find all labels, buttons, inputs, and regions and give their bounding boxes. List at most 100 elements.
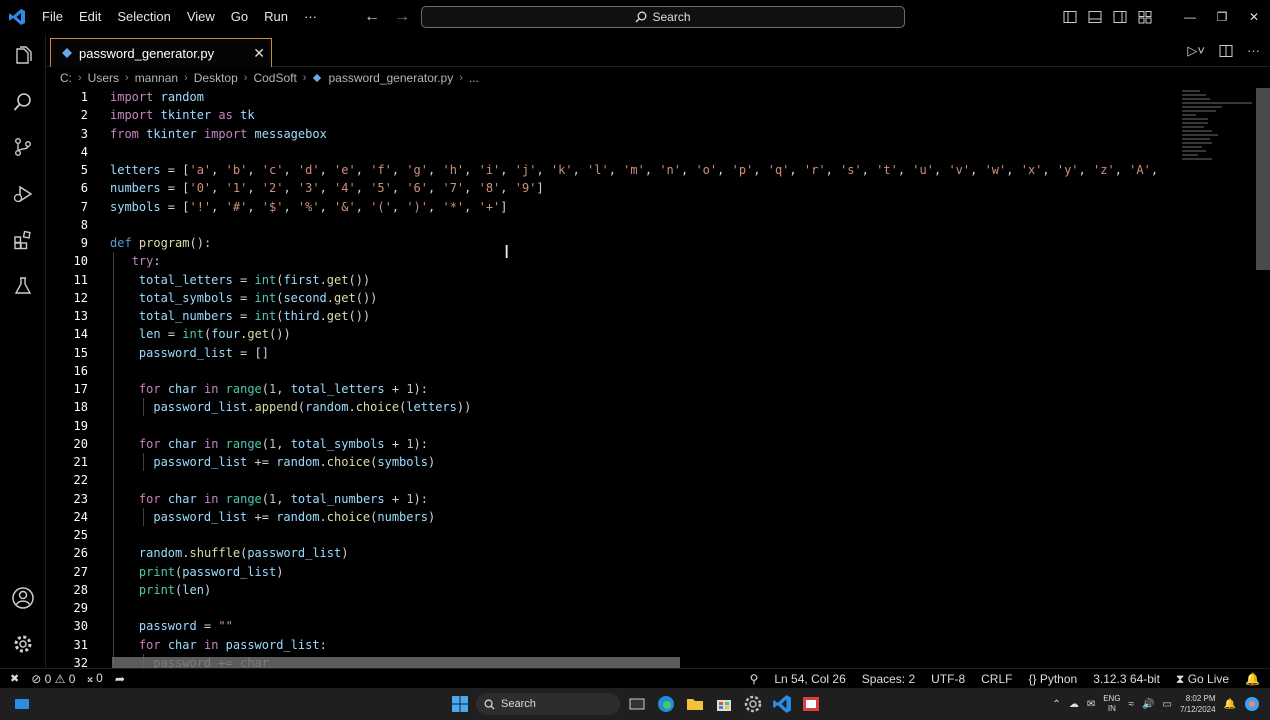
breadcrumb-item[interactable]: C: xyxy=(60,71,72,85)
code-line[interactable] xyxy=(110,471,1158,489)
menu-edit[interactable]: Edit xyxy=(71,0,109,34)
breadcrumb-item[interactable]: CodSoft xyxy=(253,71,296,85)
minimap[interactable] xyxy=(1182,88,1254,208)
code-line[interactable]: password = "" xyxy=(110,617,1158,635)
toggle-panel-icon[interactable] xyxy=(1088,10,1102,24)
more-actions-icon[interactable]: ··· xyxy=(1247,43,1260,58)
encoding[interactable]: UTF-8 xyxy=(931,672,965,686)
code-line[interactable]: for char in range(1, total_letters + 1): xyxy=(110,380,1158,398)
run-debug-icon[interactable] xyxy=(0,174,46,214)
code-line[interactable]: password_list += random.choice(numbers) xyxy=(110,508,1158,526)
code-editor[interactable]: 1 2 3 4 5 6 7 8 9 10 11 12 13 14 15 16 17 18 19 20 21 22 23 24 2… xyxy=(46,88,1256,668)
copilot-icon[interactable] xyxy=(1244,696,1260,712)
windows-start-icon[interactable] xyxy=(450,694,470,714)
testing-flask-icon[interactable] xyxy=(0,266,46,306)
zoom-icon[interactable]: ⚲ xyxy=(750,672,759,686)
minimize-icon[interactable]: — xyxy=(1174,10,1206,24)
source-control-icon[interactable] xyxy=(0,127,46,167)
ports-indicator[interactable]: 𝄪 0 xyxy=(87,671,102,686)
wifi-icon[interactable]: ≈ xyxy=(1129,699,1135,710)
horizontal-scrollbar[interactable] xyxy=(112,657,680,668)
code-line[interactable] xyxy=(110,599,1158,617)
store-icon[interactable] xyxy=(714,694,734,714)
toggle-sidebar-icon[interactable] xyxy=(1063,10,1077,24)
go-live-button[interactable]: ⧗ Go Live xyxy=(1176,672,1229,687)
code-line[interactable]: for char in range(1, total_symbols + 1): xyxy=(110,435,1158,453)
notifications-icon[interactable]: 🔔 xyxy=(1224,699,1236,710)
code-line[interactable] xyxy=(110,362,1158,380)
file-explorer-icon[interactable] xyxy=(685,694,705,714)
code-line[interactable]: from tkinter import messagebox xyxy=(110,125,1158,143)
code-line[interactable]: total_symbols = int(second.get()) xyxy=(110,289,1158,307)
split-editor-icon[interactable] xyxy=(1219,44,1233,58)
cursor-position[interactable]: Ln 54, Col 26 xyxy=(774,672,845,686)
code-line[interactable]: symbols = ['!', '#', '$', '%', '&', '(',… xyxy=(110,198,1158,216)
search-sidebar-icon[interactable] xyxy=(0,82,46,122)
breadcrumb-file[interactable]: password_generator.py xyxy=(328,71,453,85)
code-line[interactable]: total_numbers = int(third.get()) xyxy=(110,307,1158,325)
code-line[interactable]: random.shuffle(password_list) xyxy=(110,544,1158,562)
code-lines[interactable]: import random import tkinter as tk from tk… xyxy=(110,88,1158,668)
accounts-icon[interactable] xyxy=(0,578,46,618)
code-line[interactable]: try: xyxy=(110,252,1158,270)
close-tab-icon[interactable]: ✕ xyxy=(253,45,265,62)
task-view-icon[interactable] xyxy=(627,694,647,714)
code-line[interactable]: password_list.append(random.choice(lette… xyxy=(110,398,1158,416)
problems-indicator[interactable]: ⊘ 0 ⚠ 0 xyxy=(31,672,75,686)
remote-indicator-icon[interactable]: ✖ xyxy=(10,672,19,685)
chat-icon[interactable]: ✉ xyxy=(1087,699,1095,710)
forward-arrow-icon[interactable]: → xyxy=(394,8,410,26)
vertical-scrollbar[interactable] xyxy=(1256,88,1270,270)
breadcrumb-item[interactable]: Desktop xyxy=(194,71,238,85)
code-line[interactable]: total_letters = int(first.get()) xyxy=(110,271,1158,289)
code-line[interactable]: print(password_list) xyxy=(110,563,1158,581)
customize-layout-icon[interactable] xyxy=(1138,10,1152,24)
code-line[interactable]: for char in password_list: xyxy=(110,636,1158,654)
extensions-icon[interactable] xyxy=(0,220,46,260)
menu-view[interactable]: View xyxy=(179,0,223,34)
language-mode[interactable]: {} Python xyxy=(1028,672,1077,686)
toggle-secondary-sidebar-icon[interactable] xyxy=(1113,10,1127,24)
indentation[interactable]: Spaces: 2 xyxy=(862,672,915,686)
taskbar-search[interactable]: Search xyxy=(476,693,620,715)
menu-go[interactable]: Go xyxy=(223,0,256,34)
python-interpreter[interactable]: 3.12.3 64-bit xyxy=(1093,672,1160,686)
menu-run[interactable]: Run xyxy=(256,0,296,34)
battery-icon[interactable]: ▭ xyxy=(1163,699,1172,710)
code-line[interactable]: password_list = [] xyxy=(110,344,1158,362)
code-line[interactable] xyxy=(110,417,1158,435)
code-line[interactable]: import random xyxy=(110,88,1158,106)
code-line[interactable]: numbers = ['0', '1', '2', '3', '4', '5',… xyxy=(110,179,1158,197)
code-line[interactable]: def program(): xyxy=(110,234,1158,252)
command-center-search[interactable]: Search xyxy=(421,6,905,28)
edge-browser-icon[interactable] xyxy=(656,694,676,714)
code-line[interactable]: for char in range(1, total_numbers + 1): xyxy=(110,490,1158,508)
settings-app-icon[interactable] xyxy=(743,694,763,714)
show-hidden-icons-icon[interactable]: ⌃ xyxy=(1052,699,1060,710)
notifications-bell-icon[interactable]: 🔔 xyxy=(1245,672,1260,686)
code-line[interactable] xyxy=(110,216,1158,234)
breadcrumb-item[interactable]: Users xyxy=(88,71,119,85)
code-line[interactable] xyxy=(110,526,1158,544)
language-indicator[interactable]: ENG IN xyxy=(1103,694,1120,714)
code-line[interactable]: password_list += random.choice(symbols) xyxy=(110,453,1158,471)
menu-file[interactable]: File xyxy=(34,0,71,34)
menu-more[interactable]: ··· xyxy=(296,0,325,34)
close-window-icon[interactable]: ✕ xyxy=(1238,10,1270,24)
code-line[interactable]: len = int(four.get()) xyxy=(110,325,1158,343)
code-line[interactable]: import tkinter as tk xyxy=(110,106,1158,124)
debug-launch-icon[interactable]: ➦ xyxy=(115,672,125,686)
run-python-file-icon[interactable]: ▷˅ xyxy=(1187,43,1205,59)
vscode-taskbar-icon[interactable] xyxy=(772,694,792,714)
tab-password-generator[interactable]: password_generator.py ✕ xyxy=(50,38,272,67)
onedrive-icon[interactable]: ☁ xyxy=(1069,699,1079,710)
code-line[interactable] xyxy=(110,143,1158,161)
settings-gear-icon[interactable] xyxy=(0,624,46,664)
python-app-icon[interactable] xyxy=(801,694,821,714)
back-arrow-icon[interactable]: ← xyxy=(364,8,380,26)
widgets-icon[interactable] xyxy=(12,694,32,714)
restore-icon[interactable]: ❐ xyxy=(1206,10,1238,24)
breadcrumb-symbol[interactable]: ... xyxy=(469,71,479,85)
explorer-icon[interactable] xyxy=(0,36,46,76)
clock[interactable]: 8:02 PM 7/12/2024 xyxy=(1180,693,1216,715)
